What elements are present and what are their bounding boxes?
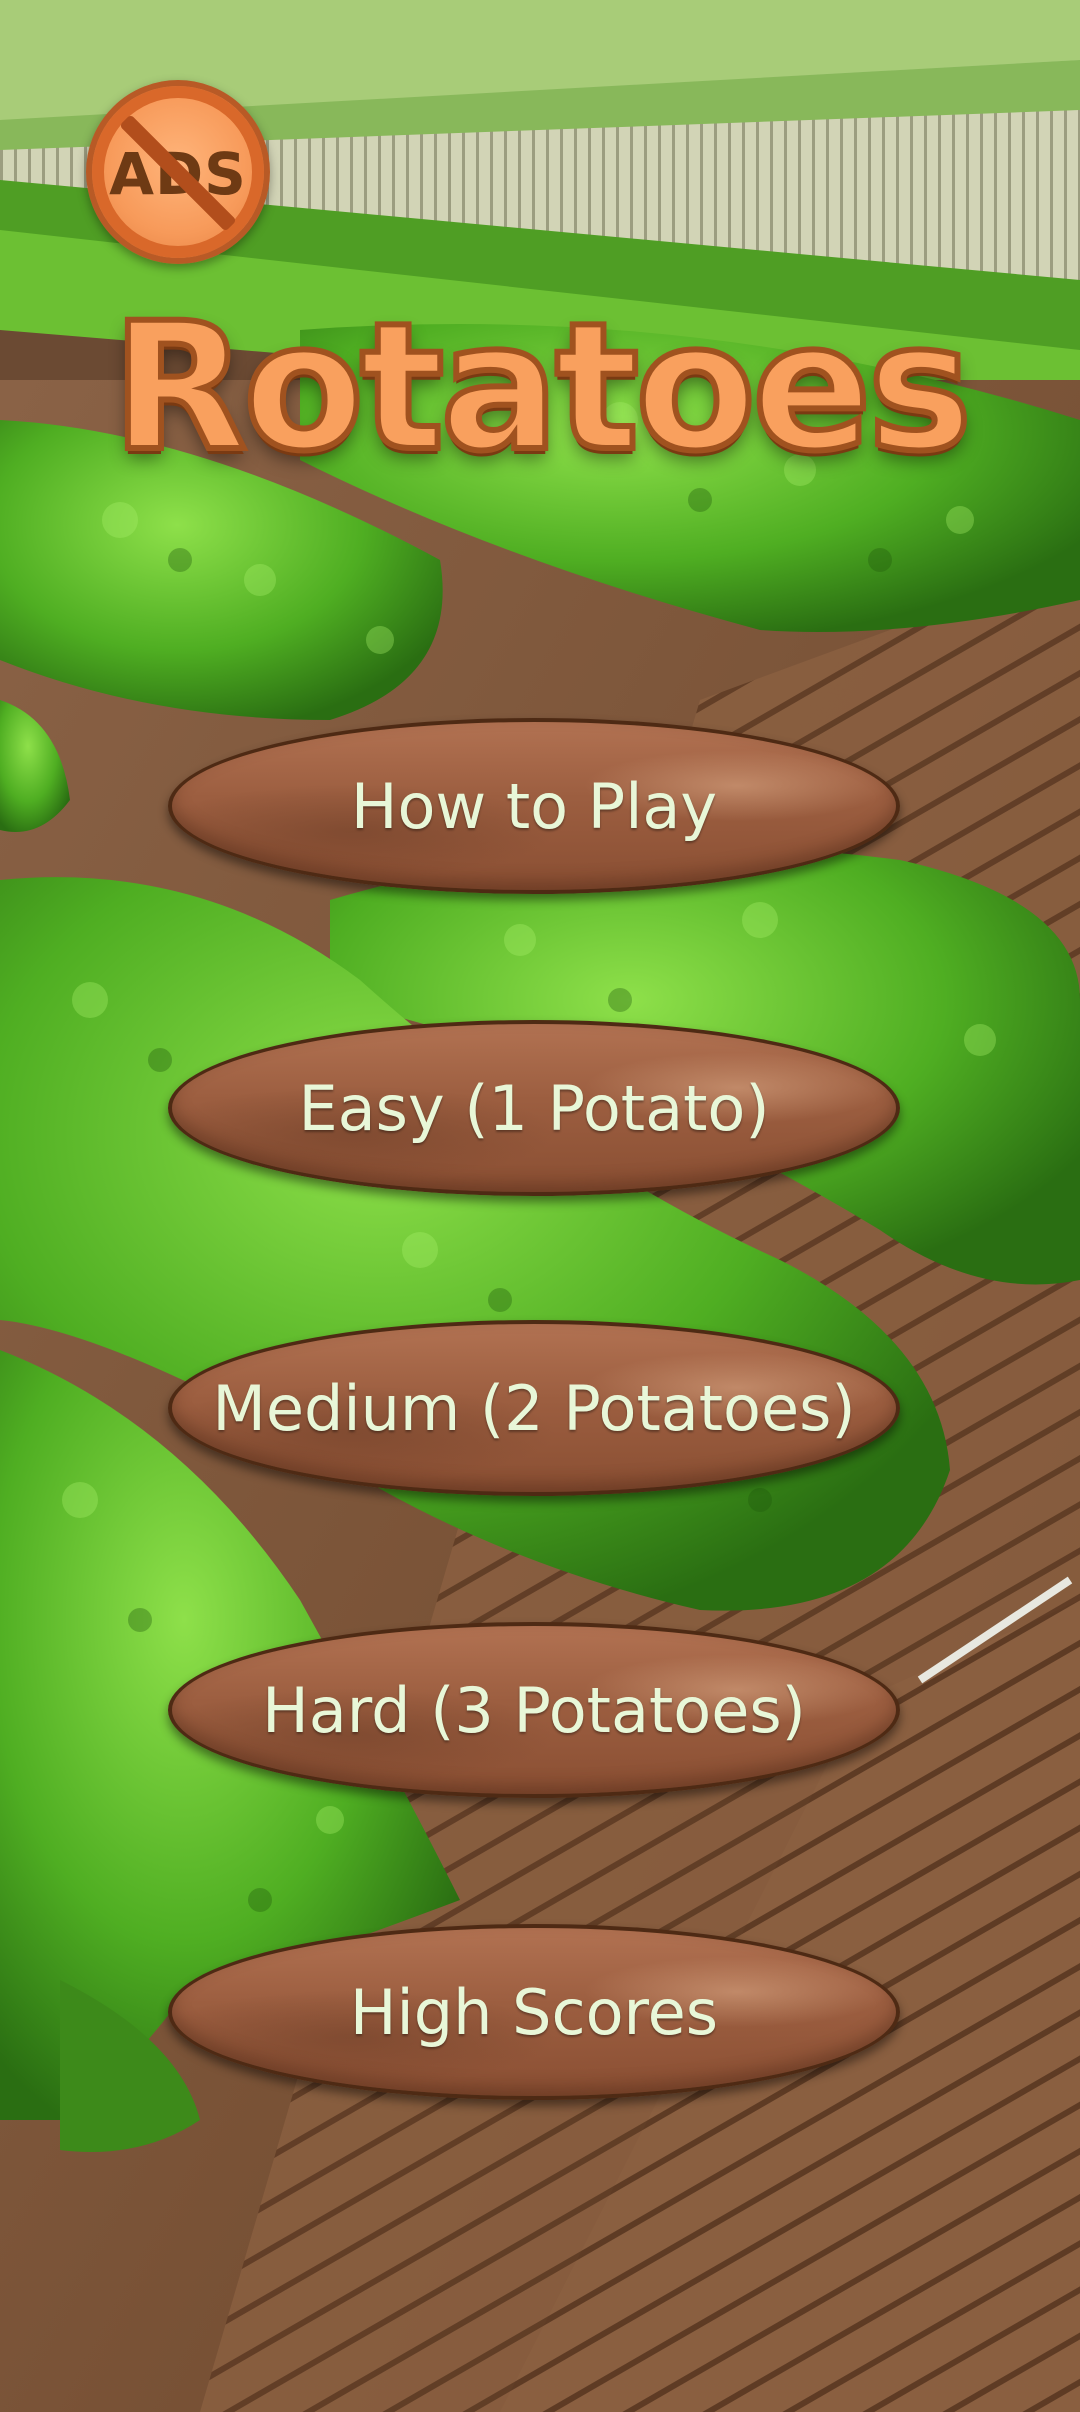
high-scores-label: High Scores <box>349 1975 719 2049</box>
game-title: Rotatoes <box>109 285 976 490</box>
hard-mode-label: Hard (3 Potatoes) <box>262 1673 806 1747</box>
easy-mode-button[interactable]: Easy (1 Potato) <box>168 1020 900 1196</box>
medium-mode-label: Medium (2 Potatoes) <box>212 1371 856 1445</box>
medium-mode-button[interactable]: Medium (2 Potatoes) <box>168 1320 900 1496</box>
how-to-play-button[interactable]: How to Play <box>168 718 900 894</box>
hard-mode-button[interactable]: Hard (3 Potatoes) <box>168 1622 900 1798</box>
easy-mode-label: Easy (1 Potato) <box>298 1071 770 1145</box>
no-ads-button[interactable]: ADS <box>86 80 270 264</box>
high-scores-button[interactable]: High Scores <box>168 1924 900 2100</box>
game-menu-screen: ADS Rotatoes How to Play Easy (1 Potato)… <box>0 0 1080 2412</box>
how-to-play-label: How to Play <box>350 769 718 843</box>
